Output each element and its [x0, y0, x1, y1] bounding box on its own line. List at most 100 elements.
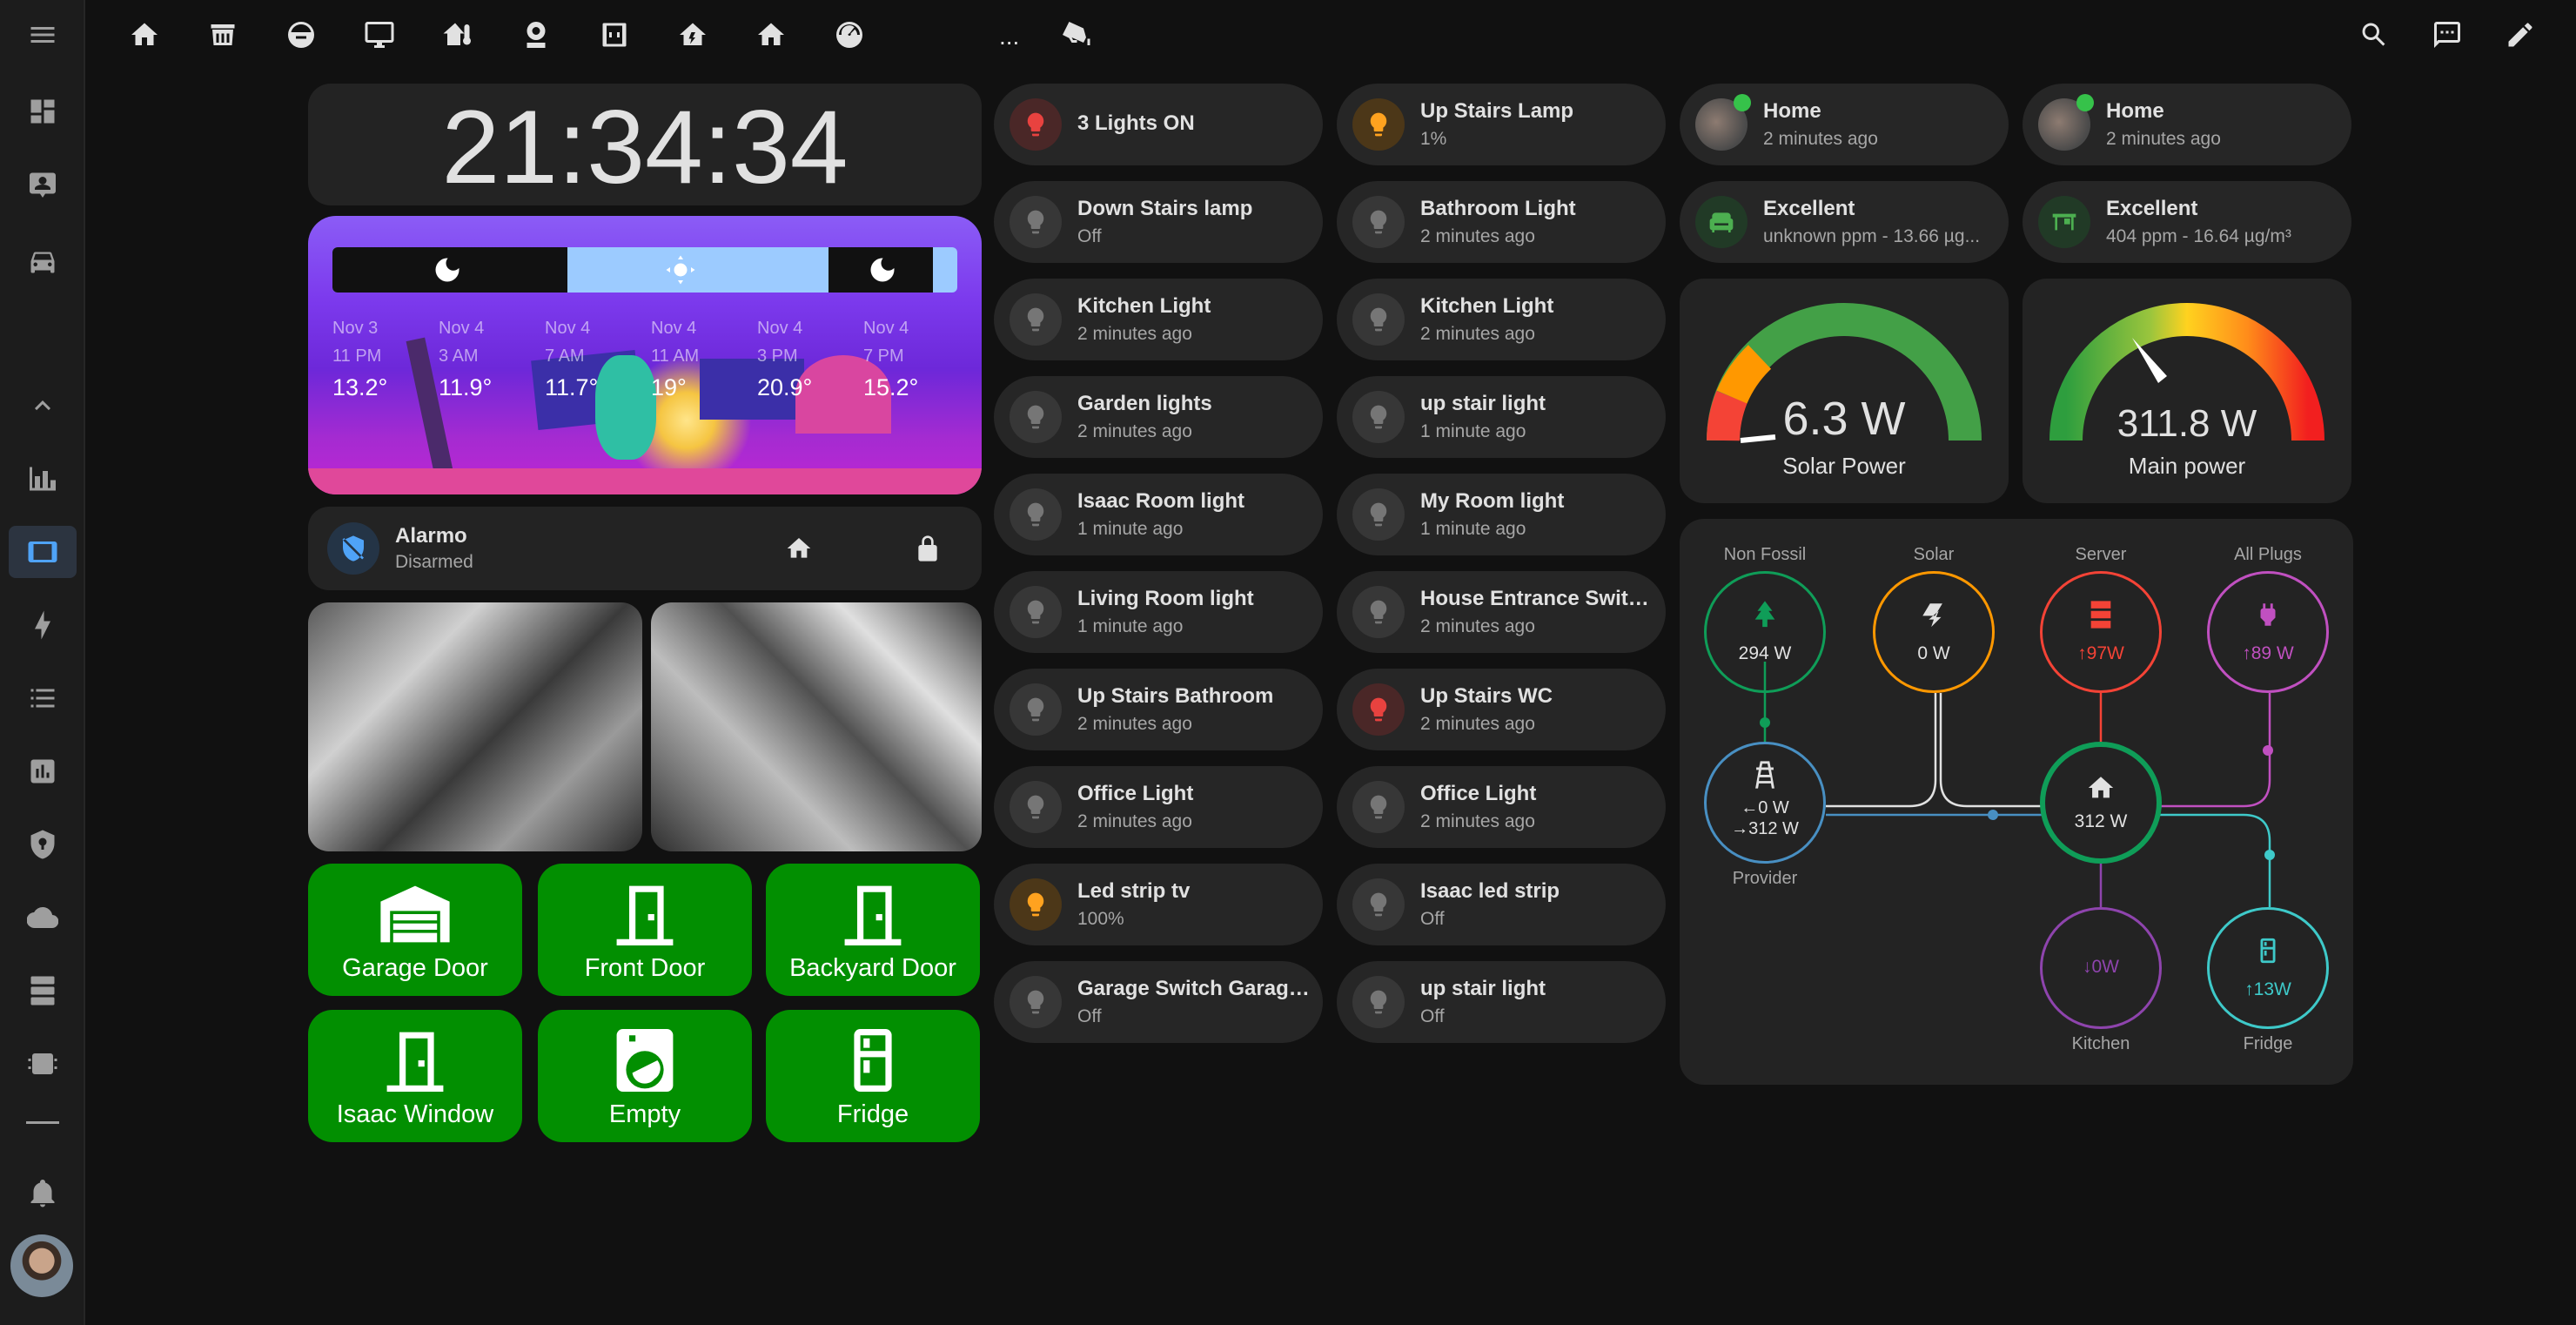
light-pill[interactable]: 3 Lights ON	[994, 84, 1323, 165]
speedometer-icon[interactable]	[830, 16, 869, 54]
light-pill[interactable]: Garage Switch Garage... Off	[994, 961, 1323, 1043]
lightbulb-icon[interactable]	[1010, 488, 1062, 541]
lightbulb-icon[interactable]	[1010, 293, 1062, 346]
light-pill[interactable]: up stair light 1 minute ago	[1337, 376, 1666, 458]
fridge-button[interactable]: Fridge	[766, 1010, 980, 1142]
list-icon[interactable]	[9, 672, 77, 724]
light-pill[interactable]: Isaac led strip Off	[1337, 864, 1666, 945]
home-thermometer-icon[interactable]	[439, 16, 477, 54]
home-lightning-icon[interactable]	[674, 16, 712, 54]
camera-feed[interactable]	[651, 602, 982, 851]
light-pill[interactable]: Led strip tv 100%	[994, 864, 1323, 945]
lightbulb-icon[interactable]	[1010, 878, 1062, 931]
search-icon[interactable]	[2355, 16, 2393, 54]
menu-icon[interactable]	[9, 9, 77, 61]
light-pill[interactable]: Office Light 2 minutes ago	[1337, 766, 1666, 848]
presence-pill[interactable]: Home 2 minutes ago	[2023, 84, 2351, 165]
notifications-bell-icon[interactable]	[9, 1167, 77, 1219]
home-icon[interactable]	[752, 16, 790, 54]
presence-pill[interactable]: Home 2 minutes ago	[1680, 84, 2009, 165]
light-pill[interactable]: Garden lights 2 minutes ago	[994, 376, 1323, 458]
chevron-up-icon[interactable]	[9, 380, 77, 432]
history-chart-icon[interactable]	[9, 745, 77, 797]
lightning-icon[interactable]	[9, 599, 77, 651]
door-label: Front Door	[584, 954, 706, 982]
solar-node[interactable]: 0 W	[1873, 571, 1995, 693]
washing-machine-button[interactable]: Empty	[538, 1010, 752, 1142]
server-node[interactable]: ↑97W	[2040, 571, 2162, 693]
arm-night-icon[interactable]	[849, 535, 877, 562]
light-pill[interactable]: Up Stairs WC 2 minutes ago	[1337, 669, 1666, 750]
contact-card-icon[interactable]	[9, 158, 77, 211]
light-pill[interactable]: Up Stairs Bathroom 2 minutes ago	[994, 669, 1323, 750]
robot-vacuum-icon[interactable]	[282, 16, 320, 54]
grid-node[interactable]: ←0 W →312 W	[1704, 742, 1826, 864]
monitor-icon[interactable]	[360, 16, 399, 54]
lightbulb-icon[interactable]	[1010, 196, 1062, 248]
arm-away-icon[interactable]	[914, 535, 942, 562]
cloud-icon[interactable]	[9, 891, 77, 944]
isaac-window-button[interactable]: Isaac Window	[308, 1010, 522, 1142]
lightbulb-icon[interactable]	[1352, 878, 1405, 931]
lightbulb-icon[interactable]	[1352, 586, 1405, 638]
light-pill[interactable]: Down Stairs lamp Off	[994, 181, 1323, 263]
server-icon[interactable]	[9, 965, 77, 1017]
air-quality-pill[interactable]: Excellent 404 ppm - 16.64 µg/m³	[2023, 181, 2351, 263]
lightbulb-icon[interactable]	[1352, 488, 1405, 541]
home-node[interactable]: 312 W	[2040, 742, 2162, 864]
kitchen-node[interactable]: ↓0W	[2040, 907, 2162, 1029]
main-power-gauge[interactable]: 311.8 W Main power	[2023, 279, 2351, 503]
smart-socket-icon[interactable]	[595, 16, 634, 54]
light-pill[interactable]: Kitchen Light 2 minutes ago	[1337, 279, 1666, 360]
light-pill[interactable]: Up Stairs Lamp 1%	[1337, 84, 1666, 165]
lightbulb-icon[interactable]	[1010, 683, 1062, 736]
garage-door-button[interactable]: Garage Door	[308, 864, 522, 996]
cctv-icon[interactable]	[1057, 16, 1095, 54]
alarm-card[interactable]: Alarmo Disarmed	[308, 507, 982, 590]
light-name: Up Stairs WC	[1420, 684, 1553, 708]
light-pill[interactable]: Living Room light 1 minute ago	[994, 571, 1323, 653]
shield-icon[interactable]	[9, 818, 77, 871]
camera-feed[interactable]	[308, 602, 642, 851]
energy-chart-icon[interactable]	[9, 453, 77, 505]
fridge-node[interactable]: ↑13W	[2207, 907, 2329, 1029]
light-pill[interactable]: House Entrance Switc... 2 minutes ago	[1337, 571, 1666, 653]
lightbulb-icon[interactable]	[1352, 683, 1405, 736]
lightbulb-icon[interactable]	[1010, 781, 1062, 833]
light-pill[interactable]: Kitchen Light 2 minutes ago	[994, 279, 1323, 360]
lightbulb-icon[interactable]	[1352, 293, 1405, 346]
webcam-icon[interactable]	[517, 16, 555, 54]
home-icon[interactable]	[125, 16, 164, 54]
lightbulb-icon[interactable]	[1010, 391, 1062, 443]
lightbulb-icon[interactable]	[1010, 976, 1062, 1028]
light-pill[interactable]: Bathroom Light 2 minutes ago	[1337, 181, 1666, 263]
avatar[interactable]	[10, 1234, 73, 1297]
lightbulb-icon[interactable]	[1352, 196, 1405, 248]
pencil-icon[interactable]	[2501, 16, 2539, 54]
lightbulb-icon[interactable]	[1010, 98, 1062, 151]
lightbulb-icon[interactable]	[1352, 98, 1405, 151]
dashboard-icon[interactable]	[9, 85, 77, 138]
all-plugs-node[interactable]: ↑89 W	[2207, 571, 2329, 693]
tablet-icon[interactable]	[9, 526, 77, 578]
lightbulb-icon[interactable]	[1010, 586, 1062, 638]
store-icon[interactable]	[204, 16, 242, 54]
front-door-button[interactable]: Front Door	[538, 864, 752, 996]
lightbulb-icon[interactable]	[1352, 781, 1405, 833]
solar-power-gauge[interactable]: 6.3 W Solar Power	[1680, 279, 2009, 503]
more-views[interactable]: ...	[999, 23, 1019, 50]
home-icon	[2088, 777, 2114, 798]
assist-icon[interactable]	[2428, 16, 2466, 54]
backyard-door-button[interactable]: Backyard Door	[766, 864, 980, 996]
arm-home-icon[interactable]	[785, 535, 813, 562]
light-pill[interactable]: up stair light Off	[1337, 961, 1666, 1043]
light-pill[interactable]: Office Light 2 minutes ago	[994, 766, 1323, 848]
light-pill[interactable]: Isaac Room light 1 minute ago	[994, 474, 1323, 555]
car-icon[interactable]	[9, 235, 77, 287]
air-quality-pill[interactable]: Excellent unknown ppm - 13.66 µg...	[1680, 181, 2009, 263]
lightbulb-icon[interactable]	[1352, 976, 1405, 1028]
chip-icon[interactable]	[9, 1038, 77, 1090]
light-pill[interactable]: My Room light 1 minute ago	[1337, 474, 1666, 555]
lightbulb-icon[interactable]	[1352, 391, 1405, 443]
non-fossil-node[interactable]: 294 W	[1704, 571, 1826, 693]
